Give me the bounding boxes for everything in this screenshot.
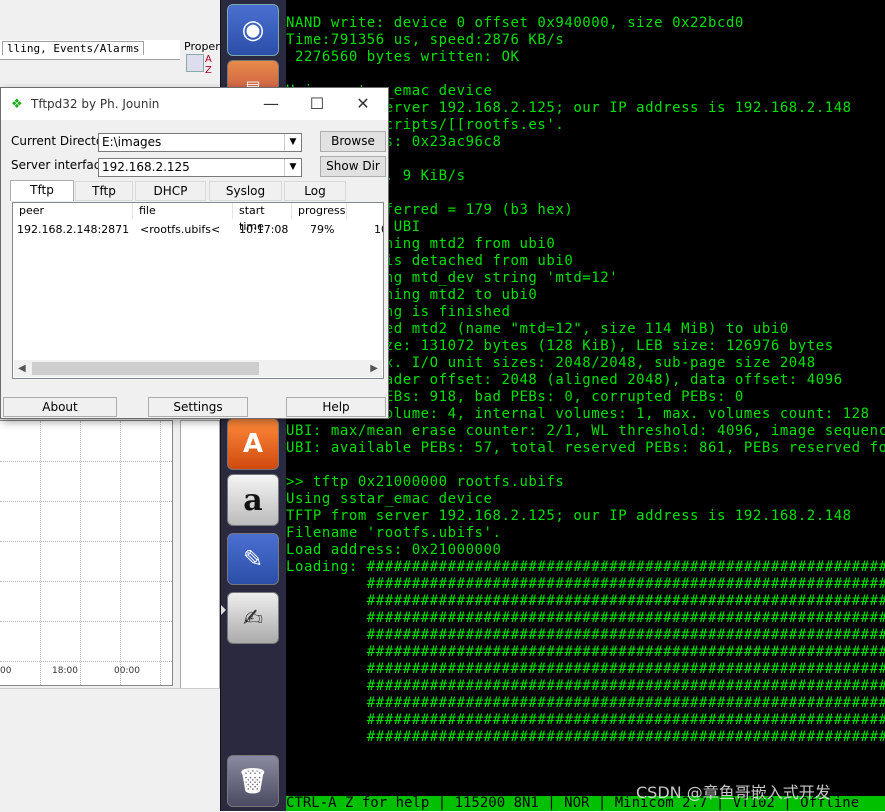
terminal-line: UBI: max/mean erase counter: 2/1, WL thr… <box>286 423 885 439</box>
chevron-down-icon[interactable]: ▼ <box>284 159 301 176</box>
terminal-line: ########################################… <box>286 712 885 728</box>
close-button[interactable]: ✕ <box>340 90 386 118</box>
about-button[interactable]: About <box>3 397 117 417</box>
ubuntu-icon[interactable]: ◉ <box>227 4 279 56</box>
terminal-line: >> tftp 0x21000000 rootfs.ubifs <box>286 474 565 490</box>
tab-tftp-client[interactable]: Tftp Client <box>75 181 133 217</box>
tab-tftp-server[interactable]: Tftp Server <box>10 180 74 216</box>
terminal-line: ########################################… <box>286 627 885 643</box>
terminal-line: ########################################… <box>286 576 885 592</box>
text-editor-icon[interactable]: ✍ <box>227 592 279 644</box>
terminal-line: ########################################… <box>286 695 885 711</box>
scrollbar-thumb[interactable] <box>32 362 259 375</box>
cell-extra: 10 <box>374 223 383 236</box>
current-directory-combo[interactable]: E:\images ▼ <box>98 133 302 152</box>
terminal-line: Loading: ###############################… <box>286 559 885 575</box>
minimize-button[interactable]: — <box>248 90 294 118</box>
background-tab[interactable]: lling, Events/Alarms <box>0 40 180 60</box>
tab-log-viewer[interactable]: Log viewer <box>284 181 346 217</box>
cell-file: <rootfs.ubifs< <box>140 223 221 236</box>
system-settings-icon[interactable]: ✎ <box>227 533 279 585</box>
terminal-line: ########################################… <box>286 729 885 745</box>
settings-button[interactable]: Settings <box>148 397 248 417</box>
server-interface-label: Server interface <box>11 158 108 172</box>
server-interface-combo[interactable]: 192.168.2.125 ▼ <box>98 158 302 177</box>
active-arrow-icon <box>221 605 226 615</box>
x-tick: 00:00 <box>114 666 140 676</box>
x-tick: 18:00 <box>52 666 78 676</box>
tftpd-app-icon: ❖ <box>11 97 23 112</box>
software-center-icon[interactable]: A <box>227 418 279 470</box>
terminal-line: Filename 'rootfs.ubifs'. <box>286 525 502 541</box>
terminal-line: ########################################… <box>286 610 885 626</box>
horizontal-scrollbar[interactable]: ◀ ▶ <box>14 360 382 377</box>
watermark: CSDN @章鱼哥嵌入式开发 <box>636 783 831 802</box>
terminal-line: Using sstar_emac device <box>286 491 493 507</box>
background-status-area <box>0 688 220 812</box>
cell-start-time: 10:17:08 <box>239 223 289 236</box>
terminal-line: 2276560 bytes written: OK <box>286 49 520 65</box>
column-header-progress[interactable]: progress <box>292 203 347 219</box>
show-dir-button[interactable]: Show Dir <box>320 156 386 177</box>
terminal-line: ########################################… <box>286 661 885 677</box>
terminal-line: ########################################… <box>286 593 885 609</box>
background-side-panel <box>180 420 220 690</box>
terminal-line: NAND write: device 0 offset 0x940000, si… <box>286 15 744 31</box>
column-header-start-time[interactable]: start time <box>233 203 292 233</box>
background-chart <box>0 420 173 686</box>
terminal-line: Load address: 0x21000000 <box>286 542 502 558</box>
column-header-peer[interactable]: peer <box>13 203 133 219</box>
tftpd32-window: ❖ Tftpd32 by Ph. Jounin — ☐ ✕ Current Di… <box>0 87 389 419</box>
terminal-line: ########################################… <box>286 644 885 660</box>
grid-icon[interactable] <box>186 54 204 72</box>
window-title: Tftpd32 by Ph. Jounin <box>31 97 160 111</box>
column-header-extra[interactable] <box>347 203 383 219</box>
tab-syslog-server[interactable]: Syslog server <box>209 181 282 217</box>
terminal-line: TFTP from server 192.168.2.125; our IP a… <box>286 508 852 524</box>
terminal-line: Time:791356 us, speed:2876 KB/s <box>286 32 565 48</box>
maximize-button[interactable]: ☐ <box>294 90 340 118</box>
amazon-icon[interactable]: a <box>227 474 279 526</box>
column-header-file[interactable]: file <box>133 203 233 219</box>
scroll-left-icon[interactable]: ◀ <box>18 360 26 377</box>
chevron-down-icon[interactable]: ▼ <box>284 134 301 151</box>
browse-button[interactable]: Browse <box>320 131 386 152</box>
trash-icon[interactable]: 🗑 <box>227 755 279 807</box>
title-bar[interactable]: ❖ Tftpd32 by Ph. Jounin — ☐ ✕ <box>1 88 388 120</box>
terminal-line: UBI: available PEBs: 57, total reserved … <box>286 440 885 456</box>
scroll-right-icon[interactable]: ▶ <box>370 360 378 377</box>
properties-label: Proper <box>184 40 220 53</box>
cell-peer: 192.168.2.148:2871 <box>17 223 130 236</box>
x-tick: 00 <box>0 666 12 676</box>
help-button[interactable]: Help <box>286 397 386 417</box>
transfer-list[interactable]: peer file start time progress 192.168.2.… <box>12 202 384 379</box>
sort-icon[interactable]: A Z <box>205 54 217 76</box>
terminal-line: ########################################… <box>286 678 885 694</box>
tab-dhcp-server[interactable]: DHCP server <box>135 181 206 217</box>
cell-progress: 79% <box>310 223 335 236</box>
